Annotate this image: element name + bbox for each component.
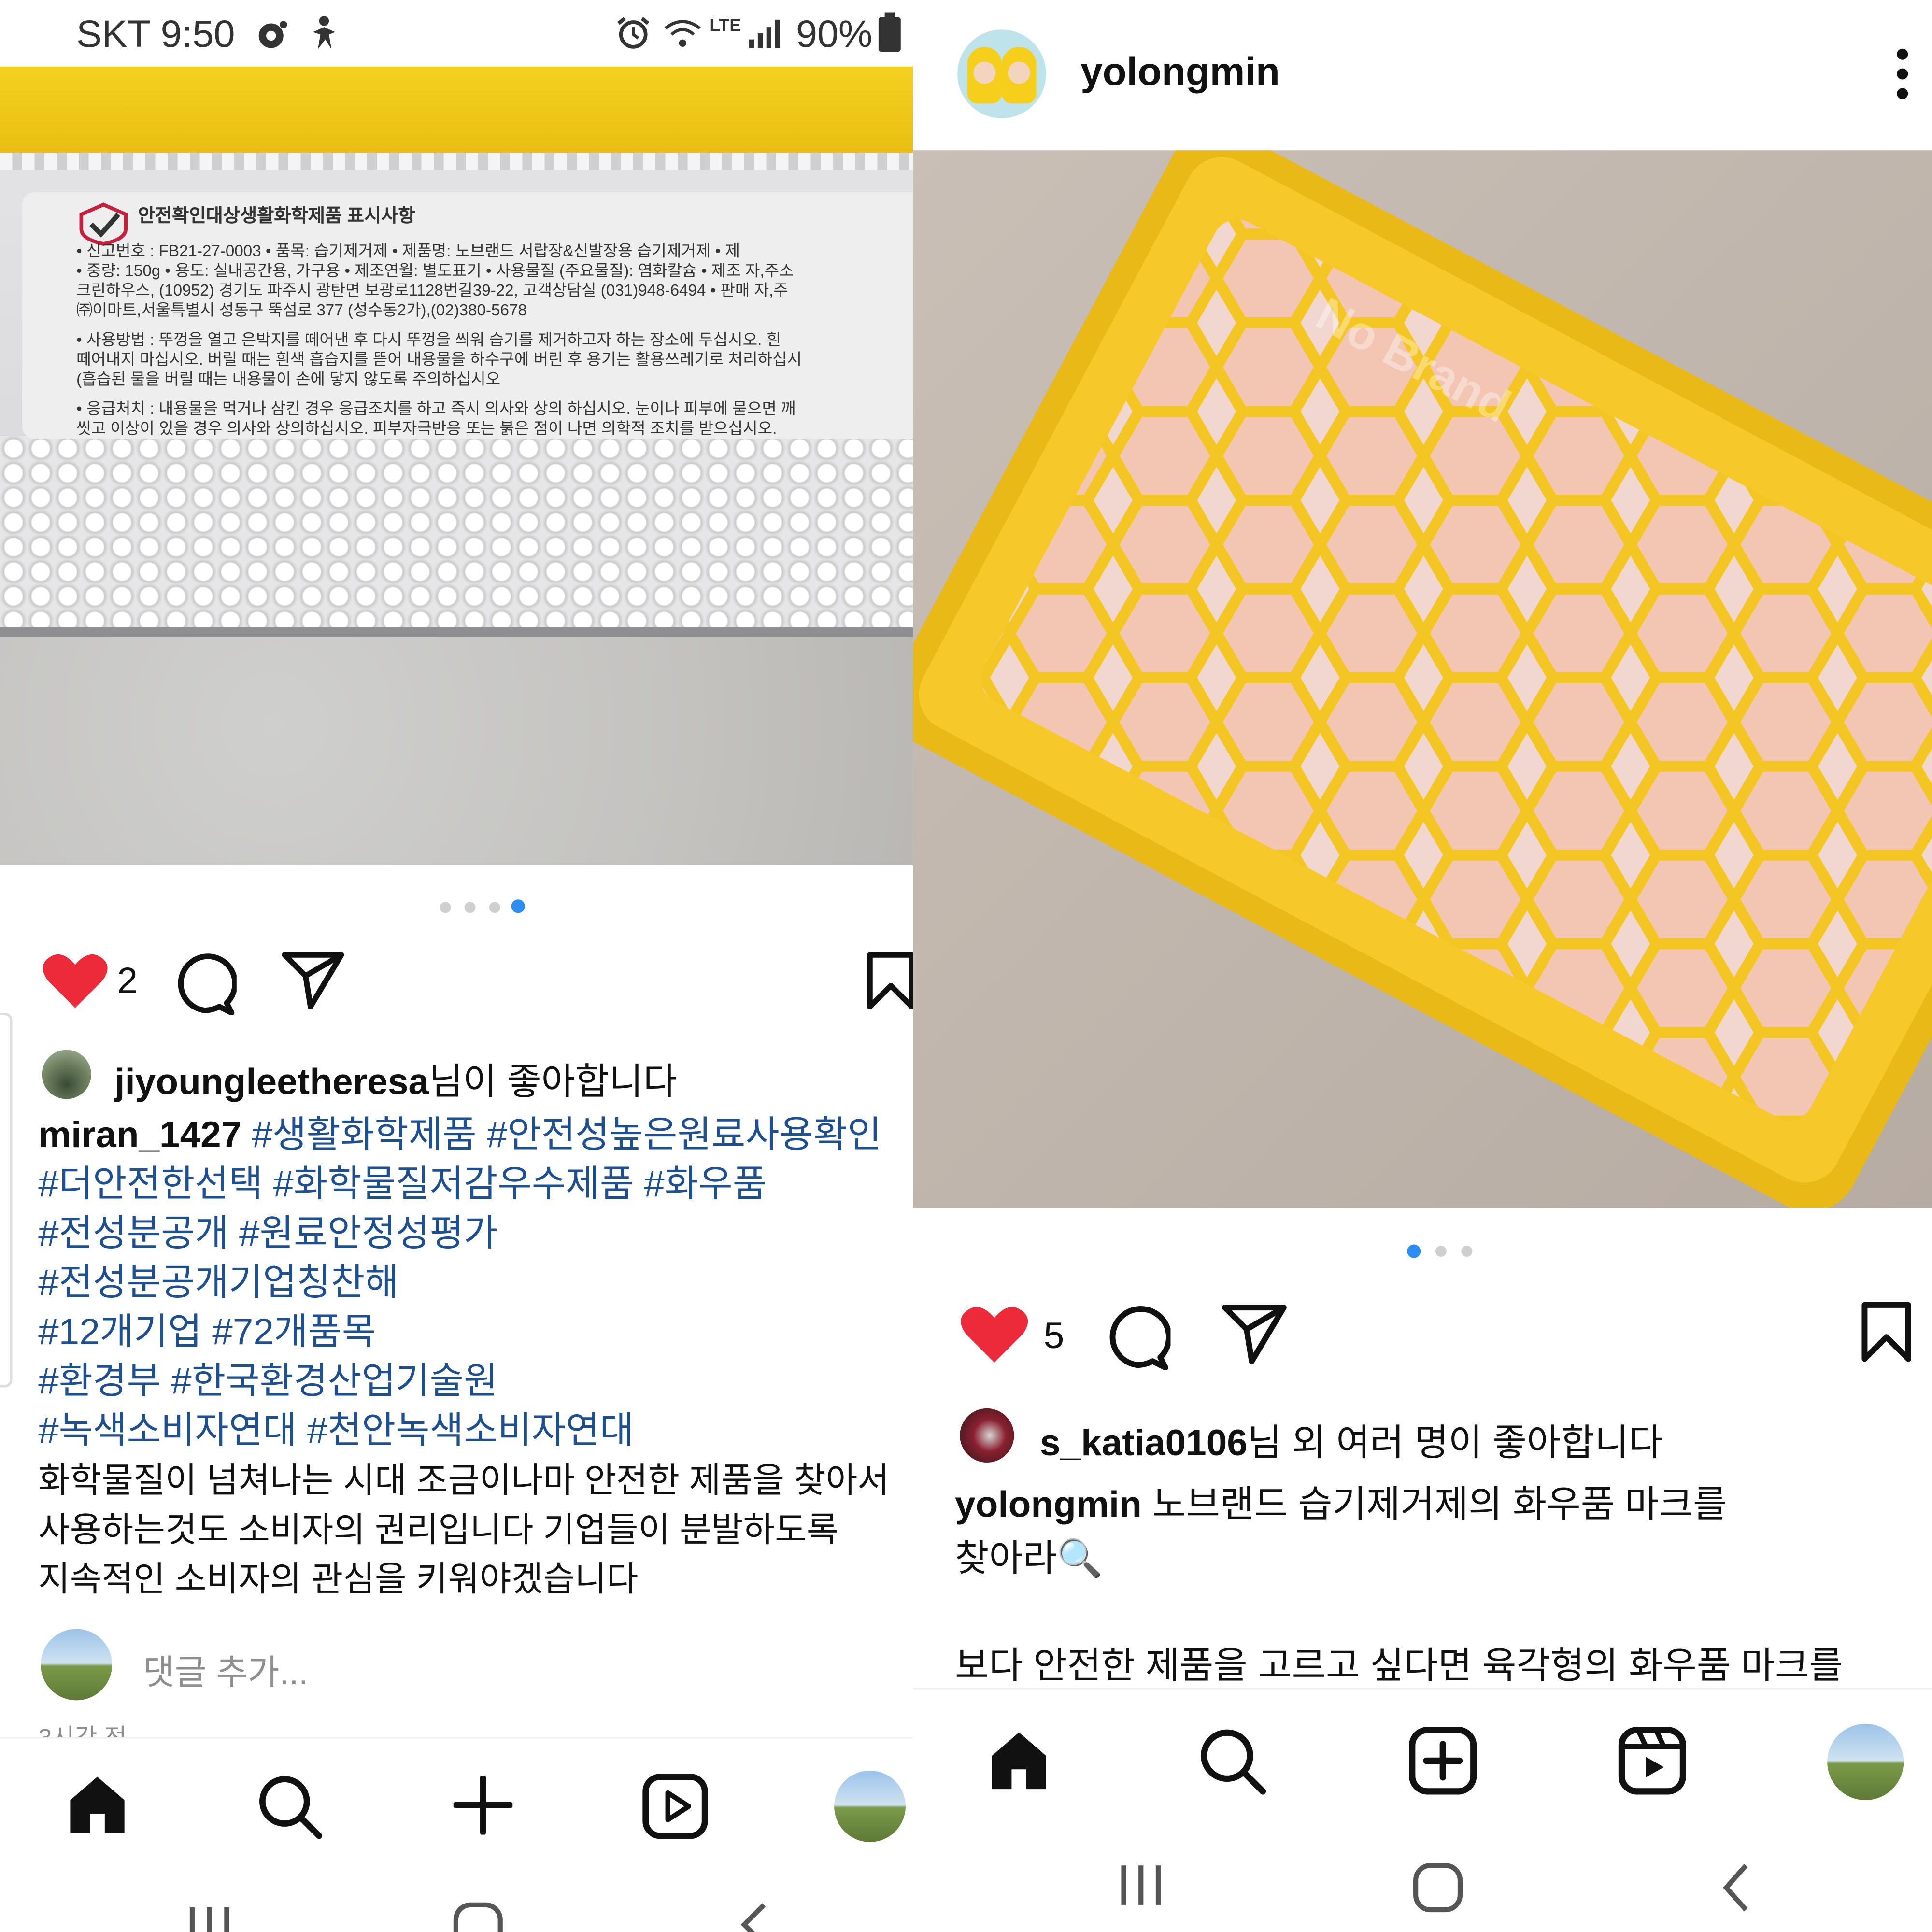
like-count[interactable]: 5: [1044, 1316, 1065, 1358]
network-type: LTE: [710, 14, 741, 35]
caption-username[interactable]: yolongmin: [955, 1485, 1142, 1525]
caption-text: 찾아라🔍: [955, 1539, 1103, 1580]
right-screen: yolongmin No Brand 5 s_katia0106님 외 여러 명…: [913, 0, 1932, 1932]
like-heart-icon[interactable]: [42, 951, 109, 1010]
bookmark-icon[interactable]: [866, 951, 913, 1010]
caption-hashtags[interactable]: #전성분공개기업칭찬해: [38, 1259, 913, 1308]
label-line: • 응급처치 : 내용물을 먹거나 삼킨 경우 응급조치를 하고 즉시 의사와 …: [76, 399, 796, 418]
system-nav: [0, 1875, 913, 1932]
caption-hashtags[interactable]: #더안전한선택 #화학물질저감우수제품 #화우품: [38, 1161, 913, 1210]
label-line: • 중량: 150g • 용도: 실내공간용, 가구용 • 제조연월: 별도표기…: [76, 261, 794, 280]
home-icon[interactable]: [987, 1729, 1051, 1793]
like-heart-icon[interactable]: [960, 1304, 1029, 1365]
caption-hashtags[interactable]: #전성분공개 #원료안정성평가: [38, 1210, 913, 1259]
honeycomb-tray-image: [913, 150, 1932, 1208]
label-line: 씻고 이상이 있을 경우 의사와 상의하십시오. 피부자극반응 또는 붉은 점이…: [76, 419, 777, 438]
caption-hashtags[interactable]: #환경부 #한국환경산업기술원: [38, 1358, 913, 1407]
caption-text: 사용하는것도 소비자의 권리입니다 기업들이 분발하도록: [38, 1510, 838, 1549]
scroll-indicator: [0, 1012, 13, 1388]
user-avatar[interactable]: [957, 29, 1046, 118]
bottom-nav: [0, 1737, 913, 1877]
liker-avatar[interactable]: [960, 1408, 1014, 1463]
system-nav: [913, 1833, 1932, 1932]
label-line: • 사용방법 : 뚜껑을 열고 은박지를 떼어낸 후 다시 뚜껑을 씌워 습기를…: [76, 330, 781, 349]
carousel-dot: [440, 902, 451, 913]
profile-avatar[interactable]: [1827, 1723, 1904, 1801]
label-title: 안전확인대상생활화학제품 표시사항: [138, 206, 415, 227]
carousel-indicator: [0, 865, 913, 939]
bookmark-icon[interactable]: [1859, 1301, 1913, 1363]
more-options-icon[interactable]: [1894, 47, 1911, 101]
caption-username[interactable]: miran_1427: [38, 1115, 242, 1156]
caption-text: 보다 안전한 제품을 고르고 싶다면 육각형의 화우품 마크를: [955, 1646, 1843, 1687]
carousel-dot: [1435, 1246, 1447, 1257]
label-line: 크린하우스, (10952) 경기도 파주시 광탄면 보광로1128번길39-2…: [76, 281, 788, 299]
label-line: ㈜이마트,서울특별시 성동구 뚝섬로 377 (성수동2가),(02)380-5…: [76, 300, 527, 319]
carousel-dot: [1461, 1246, 1473, 1257]
profile-avatar[interactable]: [834, 1770, 906, 1842]
recent-apps-icon[interactable]: [1116, 1863, 1165, 1907]
carousel-dot-active: [511, 899, 525, 913]
share-send-icon[interactable]: [1221, 1304, 1288, 1365]
comment-avatar: [41, 1629, 113, 1701]
caption-hashtags[interactable]: #생활화학제품 #안전성높은원료사용확인: [252, 1115, 881, 1156]
liked-by-text: 님이 좋아합니다: [428, 1062, 678, 1103]
signal-icon: [749, 19, 780, 48]
recent-apps-icon[interactable]: [185, 1903, 234, 1932]
post-photo[interactable]: 안전확인대상생활화학제품 표시사항 • 신고번호 : FB21-27-0003 …: [0, 66, 913, 865]
reels-icon[interactable]: [642, 1773, 709, 1840]
post-header: yolongmin: [913, 0, 1932, 151]
home-button-icon[interactable]: [451, 1900, 505, 1932]
caption-text: 화학물질이 넘쳐나는 시대 조금이나마 안전한 제품을 찾아서: [38, 1461, 890, 1500]
back-icon[interactable]: [1717, 1861, 1754, 1915]
carousel-dot: [464, 902, 476, 913]
caption-text: 지속적인 소비자의 관심을 키워야겠습니다: [38, 1560, 639, 1598]
product-label: 안전확인대상생활화학제품 표시사항 • 신고번호 : FB21-27-0003 …: [22, 192, 913, 439]
caption: miran_1427 #생활화학제품 #안전성높은원료사용확인 #더안전한선택 …: [38, 1111, 913, 1604]
liked-by-text: 님 외 여러 명이 좋아합니다: [1247, 1423, 1663, 1464]
home-icon[interactable]: [65, 1773, 129, 1837]
liked-by-username[interactable]: s_katia0106: [1040, 1423, 1248, 1463]
post-username[interactable]: yolongmin: [1080, 49, 1280, 95]
caption: yolongmin 노브랜드 습기제거제의 화우품 마크를 찾아라🔍 보다 안전…: [955, 1478, 1928, 1694]
add-icon[interactable]: [1408, 1726, 1477, 1795]
liked-by-line: s_katia0106님 외 여러 명이 좋아합니다: [1040, 1412, 1662, 1466]
carousel-dot: [489, 902, 500, 913]
alarm-icon: [617, 17, 650, 49]
comment-icon[interactable]: [172, 951, 237, 1016]
settings-gear-icon: [258, 21, 287, 48]
safety-check-logo: [79, 202, 128, 246]
wifi-icon: [664, 20, 701, 47]
reels-icon[interactable]: [1618, 1726, 1687, 1795]
share-send-icon[interactable]: [281, 951, 345, 1010]
search-icon[interactable]: [1198, 1726, 1267, 1795]
carrier-time: SKT 9:50: [76, 12, 235, 56]
liked-by-username[interactable]: jiyoungleetheresa: [114, 1062, 429, 1103]
search-icon[interactable]: [256, 1773, 323, 1840]
carousel-dot-active: [1407, 1244, 1421, 1258]
battery-icon: [878, 12, 901, 52]
bottom-nav: [913, 1688, 1932, 1835]
label-line: • 신고번호 : FB21-27-0003 • 품목: 습기제거제 • 제품명:…: [76, 241, 740, 260]
post-time: 3시간 전: [38, 1718, 127, 1737]
home-button-icon[interactable]: [1411, 1861, 1465, 1915]
status-bar: SKT 9:50 LTE 90%: [0, 0, 913, 67]
label-line: 떼어내지 마십시오. 버릴 때는 흰색 흡습지를 뜯어 내용물을 하수구에 버린…: [76, 350, 802, 369]
battery-percent: 90%: [796, 12, 873, 56]
caption-text: 노브랜드 습기제거제의 화우품 마크를: [1152, 1484, 1727, 1526]
accessibility-icon: [313, 16, 335, 50]
comment-icon[interactable]: [1104, 1304, 1171, 1370]
post-photo[interactable]: No Brand: [913, 150, 1932, 1208]
back-icon[interactable]: [734, 1900, 771, 1932]
liker-avatar[interactable]: [42, 1050, 91, 1099]
label-line: (흡습된 물을 버릴 때는 내용물이 손에 닿지 않도록 주의하십시오: [76, 369, 501, 388]
add-comment-input[interactable]: 댓글 추가...: [143, 1646, 308, 1695]
like-count[interactable]: 2: [117, 961, 138, 1003]
left-screen: SKT 9:50 LTE 90% 안전확인대상생활화학제품 표시사항 • 신고번…: [0, 0, 913, 1932]
caption-hashtags[interactable]: #녹색소비자연대 #천안녹색소비자연대: [38, 1407, 913, 1456]
add-icon[interactable]: [453, 1776, 513, 1835]
carousel-indicator: [913, 1208, 1932, 1281]
liked-by-line: jiyoungleetheresa님이 좋아합니다: [114, 1051, 677, 1105]
caption-hashtags[interactable]: #12개기업 #72개품목: [38, 1308, 913, 1358]
